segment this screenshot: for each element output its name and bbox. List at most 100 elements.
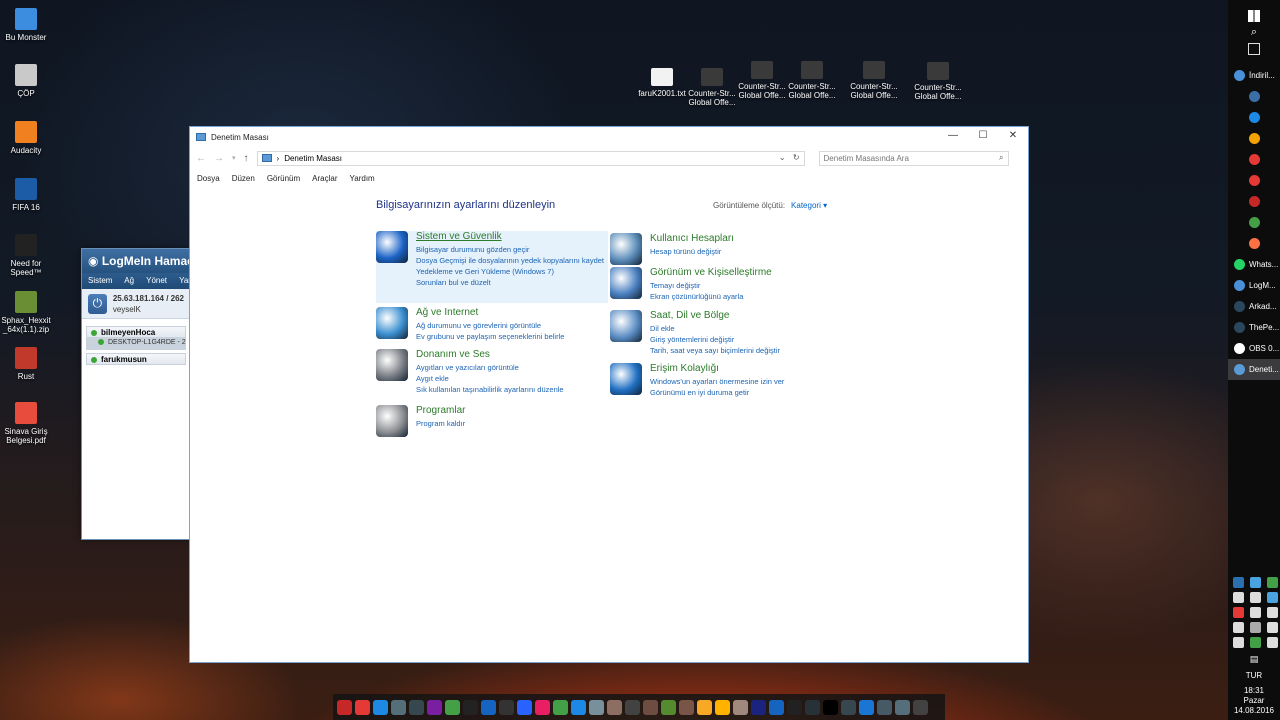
dock-app-icon[interactable]: [859, 699, 874, 715]
network-member[interactable]: DESKTOP-L1G4RDE - 2: [86, 338, 186, 350]
notifications-icon[interactable]: ▤: [1228, 654, 1280, 665]
category-link[interactable]: Giriş yöntemlerini değiştir: [650, 334, 780, 345]
category-title[interactable]: Saat, Dil ve Bölge: [650, 310, 780, 322]
menu-gorunum[interactable]: Görünüm: [267, 174, 300, 183]
category-title[interactable]: Görünüm ve Kişiselleştirme: [650, 267, 772, 279]
hamachi-menu-yonet[interactable]: Yönet: [146, 276, 167, 285]
category-title[interactable]: Erişim Kolaylığı: [650, 363, 784, 375]
dock-app-icon[interactable]: [877, 699, 892, 715]
desktop-icon[interactable]: Sphax_Hexxit _64x(1.1).zip: [0, 291, 56, 334]
category-link[interactable]: Görünümü en iyi duruma getir: [650, 387, 784, 398]
dock-app-icon[interactable]: [481, 699, 496, 715]
dock-app-icon[interactable]: [553, 699, 568, 715]
menu-dosya[interactable]: Dosya: [197, 174, 220, 183]
clock[interactable]: 18:31 Pazar 14.08.2016: [1228, 680, 1280, 720]
desktop-icon[interactable]: Counter-Str... Global Offe...: [908, 62, 968, 101]
close-button[interactable]: ✕: [998, 127, 1028, 147]
category-title[interactable]: Kullanıcı Hesapları: [650, 233, 734, 245]
category-link[interactable]: Aygıtları ve yazıcıları görüntüle: [416, 362, 564, 373]
category-link[interactable]: Windows'un ayarları önermesine izin ver: [650, 376, 784, 387]
pinned-app-icon[interactable]: [1228, 233, 1280, 254]
dock-app-icon[interactable]: [337, 699, 352, 715]
desktop-icon[interactable]: Counter-Str... Global Offe...: [782, 61, 842, 100]
dock-app-icon[interactable]: [373, 699, 388, 715]
category-link[interactable]: Program kaldır: [416, 418, 465, 429]
dock-app-icon[interactable]: [445, 699, 460, 715]
search-input[interactable]: Denetim Masasında Ara ⌕: [818, 150, 1009, 166]
category-icon[interactable]: [376, 307, 408, 339]
desktop-icon[interactable]: Rust: [0, 347, 56, 381]
category-icon[interactable]: [610, 233, 642, 265]
desktop-icon[interactable]: FIFA 16: [0, 178, 56, 212]
cp-titlebar[interactable]: Denetim Masası: [190, 127, 1028, 147]
dock-app-icon[interactable]: [895, 699, 910, 715]
dock-app-icon[interactable]: [733, 699, 748, 715]
tray-icon[interactable]: [1250, 607, 1261, 618]
dock-app-icon[interactable]: [769, 699, 784, 715]
pinned-app-icon[interactable]: [1228, 128, 1280, 149]
dock-app-icon[interactable]: [841, 699, 856, 715]
category-title[interactable]: Ağ ve Internet: [416, 307, 564, 319]
tray-icon[interactable]: [1267, 577, 1278, 588]
category-icon[interactable]: [376, 405, 408, 437]
category-link[interactable]: Sorunları bul ve düzelt: [416, 277, 604, 288]
dock-app-icon[interactable]: [589, 699, 604, 715]
desktop-icon[interactable]: Need for Speed™: [0, 234, 56, 277]
tray-icon[interactable]: [1233, 637, 1244, 648]
tray-icon[interactable]: [1250, 622, 1261, 633]
menu-araclar[interactable]: Araçlar: [312, 174, 337, 183]
category-title[interactable]: Programlar: [416, 405, 465, 417]
desktop-icon[interactable]: ÇÖP: [0, 64, 56, 98]
category-icon[interactable]: [376, 349, 408, 381]
tray-icon[interactable]: [1250, 592, 1261, 603]
start-windows-icon[interactable]: [1248, 10, 1260, 22]
refresh-icon[interactable]: ↻: [793, 153, 800, 162]
dock-app-icon[interactable]: [751, 699, 766, 715]
tray-icon[interactable]: [1250, 637, 1261, 648]
search-icon[interactable]: ⌕: [1228, 26, 1280, 39]
tray-icon[interactable]: [1267, 592, 1278, 603]
taskbar-item[interactable]: Whats...: [1228, 254, 1280, 275]
forward-arrow-icon[interactable]: →: [214, 153, 224, 164]
power-icon[interactable]: ⏻: [88, 293, 107, 314]
dock-app-icon[interactable]: [661, 699, 676, 715]
dock-app-icon[interactable]: [607, 699, 622, 715]
category-link[interactable]: Tarih, saat veya sayı biçimlerini değişt…: [650, 345, 780, 356]
dock-app-icon[interactable]: [409, 699, 424, 715]
dock-app-icon[interactable]: [823, 699, 838, 715]
tray-icon[interactable]: [1233, 607, 1244, 618]
tray-icon[interactable]: [1250, 577, 1261, 588]
dock-app-icon[interactable]: [643, 699, 658, 715]
tray-icon[interactable]: [1233, 622, 1244, 633]
dock-app-icon[interactable]: [571, 699, 586, 715]
dock-app-icon[interactable]: [517, 699, 532, 715]
menu-duzen[interactable]: Düzen: [232, 174, 255, 183]
network-row[interactable]: bilmeyenHoca: [86, 326, 186, 338]
pinned-app-icon[interactable]: [1228, 170, 1280, 191]
dock-app-icon[interactable]: [499, 699, 514, 715]
hamachi-menu-ag[interactable]: Ağ: [124, 276, 134, 285]
dock-app-icon[interactable]: [625, 699, 640, 715]
pinned-app-icon[interactable]: [1228, 86, 1280, 107]
dock-app-icon[interactable]: [463, 699, 478, 715]
taskbar-item[interactable]: Deneti...: [1228, 359, 1280, 380]
category-link[interactable]: Yedekleme ve Geri Yükleme (Windows 7): [416, 266, 604, 277]
category-link[interactable]: Temayı değiştir: [650, 280, 772, 291]
maximize-button[interactable]: ☐: [968, 127, 998, 147]
tray-icon[interactable]: [1267, 607, 1278, 618]
view-by-dropdown[interactable]: Kategori ▾: [791, 201, 827, 210]
category-link[interactable]: Aygıt ekle: [416, 373, 564, 384]
hamachi-titlebar[interactable]: ◉ LogMeIn Hamachi: [82, 249, 190, 273]
breadcrumb[interactable]: Denetim Masası: [284, 154, 342, 163]
taskbar-item[interactable]: İndiril...: [1228, 65, 1280, 86]
pinned-app-icon[interactable]: [1228, 212, 1280, 233]
dock-app-icon[interactable]: [535, 699, 550, 715]
up-arrow-icon[interactable]: ↑: [244, 153, 249, 164]
tray-icon[interactable]: [1267, 637, 1278, 648]
category-link[interactable]: Dosya Geçmişi ile dosyalarının yedek kop…: [416, 255, 604, 266]
address-bar[interactable]: › Denetim Masası ⌄ ↻: [256, 150, 805, 166]
dock-app-icon[interactable]: [715, 699, 730, 715]
back-arrow-icon[interactable]: ←: [196, 153, 206, 164]
menu-yardim[interactable]: Yardım: [350, 174, 375, 183]
pinned-app-icon[interactable]: [1228, 191, 1280, 212]
